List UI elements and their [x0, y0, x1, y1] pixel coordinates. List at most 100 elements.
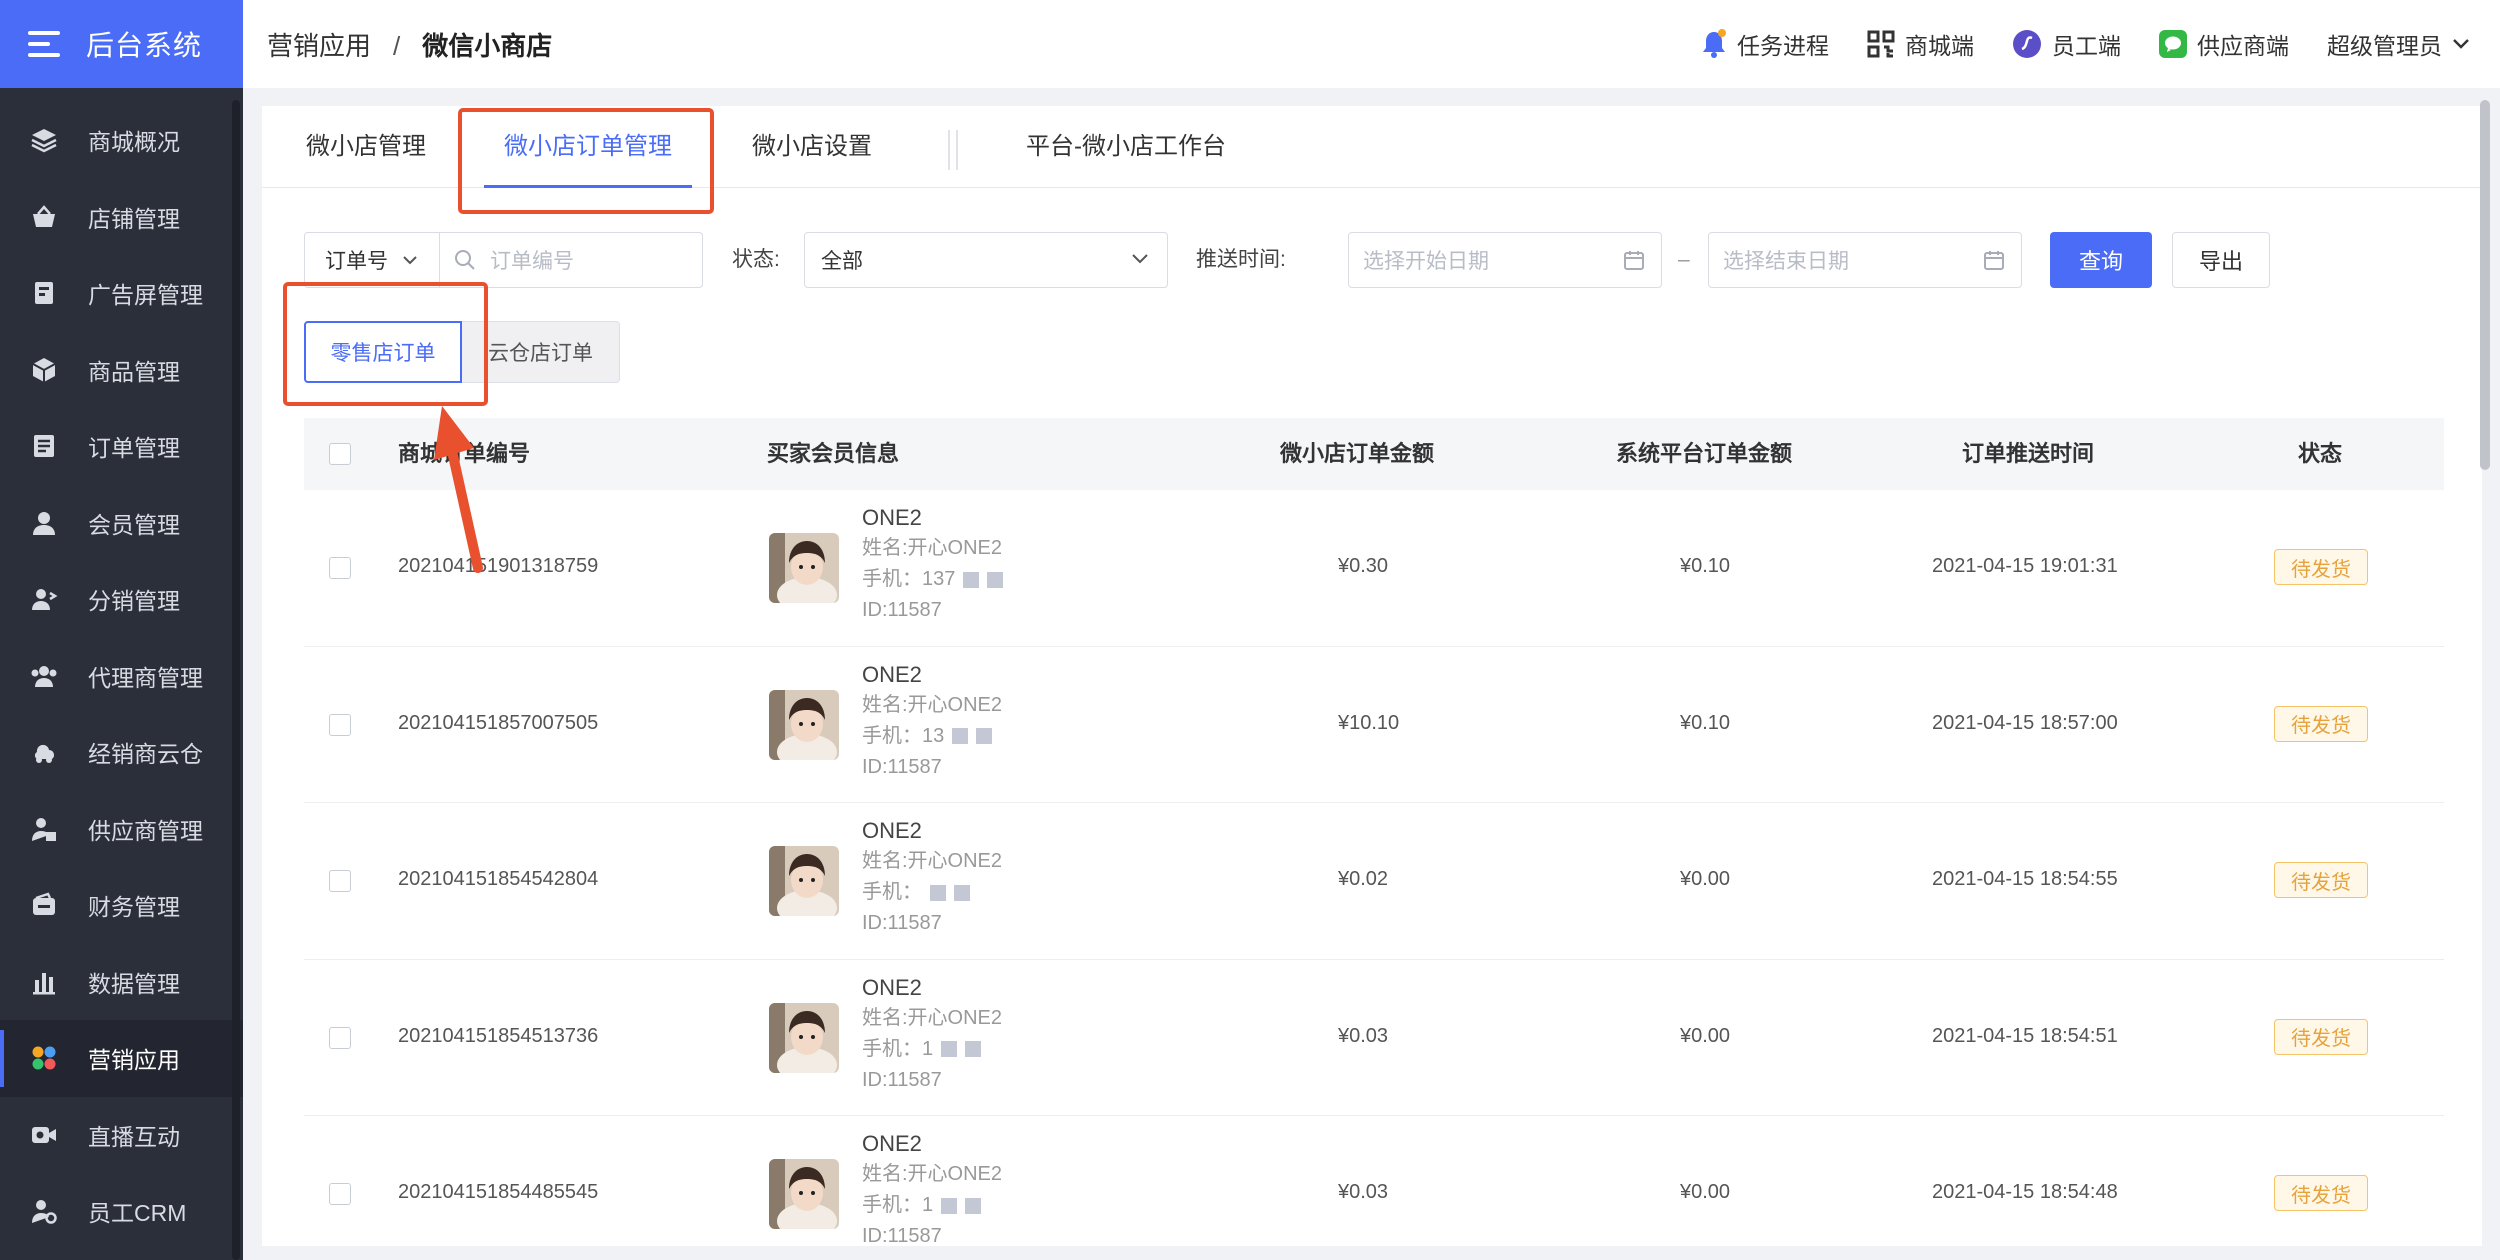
orders-table: 商城订单编号 买家会员信息 微小店订单金额 系统平台订单金额 订单推送时间 状态…: [304, 418, 2444, 1246]
tab-store-manage[interactable]: 微小店管理: [306, 106, 426, 188]
tab-store-settings[interactable]: 微小店设置: [752, 106, 872, 188]
order-no: 202104151857007505: [398, 711, 599, 734]
order-type-select[interactable]: 订单号: [304, 232, 440, 288]
row-checkbox[interactable]: [329, 870, 351, 892]
buyer-avatar: [769, 689, 839, 760]
sidebar-item-box[interactable]: 商品管理: [0, 332, 243, 409]
status-badge: 待发货: [2274, 862, 2368, 898]
task-progress-link[interactable]: 任务进程: [1701, 27, 1829, 61]
order-source-segment: 零售店订单 云仓店订单: [304, 321, 620, 383]
page-scrollbar[interactable]: [2480, 100, 2490, 470]
buyer-phone: 手机：13: [862, 724, 945, 747]
push-time: 2021-04-15 18:54:51: [1932, 1024, 2118, 1047]
sidebar-scrollbar[interactable]: [232, 100, 240, 1260]
filter-bar: 订单号 订单编号 状态: 全部 推送时间: 选择开始日期 – 选择结束日期 查询…: [304, 232, 2482, 288]
sidebar-item-layers[interactable]: 商城概况: [0, 102, 243, 179]
retail-order-tab[interactable]: 零售店订单: [304, 321, 462, 383]
select-all-checkbox[interactable]: [329, 443, 351, 465]
row-checkbox[interactable]: [329, 557, 351, 579]
buyer-info: ONE2 姓名:开心ONE2 手机：137 ID:11587: [862, 502, 1004, 626]
sidebar-item-video[interactable]: 直播互动: [0, 1097, 243, 1174]
supplier-client-label: 供应商端: [2197, 33, 2289, 59]
push-time: 2021-04-15 18:54:48: [1932, 1181, 2118, 1203]
chevron-down-icon: [1131, 253, 1149, 265]
buyer-realname: 姓名:开心ONE2: [862, 537, 1003, 559]
supplier-icon: [28, 813, 60, 845]
order-type-value: 订单号: [325, 250, 388, 273]
sidebar-item-label: 数据管理: [88, 970, 180, 997]
table-row[interactable]: 202104151854513736 ONE2 姓名:开心ONE2 手机：1 ID:11…: [304, 960, 2444, 1116]
mall-client-link[interactable]: 商城端: [1867, 27, 1974, 61]
row-checkbox[interactable]: [329, 1183, 351, 1205]
sidebar-item-screen[interactable]: 广告屏管理: [0, 255, 243, 332]
table-row[interactable]: 202104151854542804 ONE2 姓名:开心ONE2 手机： ID:115…: [304, 803, 2444, 960]
supplier-client-link[interactable]: 供应商端: [2159, 27, 2289, 61]
push-time: 2021-04-15 18:57:00: [1932, 711, 2118, 734]
video-icon: [28, 1119, 60, 1151]
wx-order-amount: ¥10.10: [1338, 711, 1400, 734]
buyer-avatar: [769, 1159, 839, 1229]
query-button[interactable]: 查询: [2050, 232, 2152, 288]
sidebar: 后台系统 商城概况店铺管理广告屏管理商品管理 订单管理 会员管理 分销管理 代理商管理经…: [0, 0, 243, 1260]
sidebar-item-group[interactable]: 代理商管理: [0, 638, 243, 715]
status-select[interactable]: 全部: [804, 232, 1168, 288]
cloud-order-tab[interactable]: 云仓店订单: [462, 321, 620, 383]
sidebar-item-apps[interactable]: 营销应用: [0, 1020, 243, 1097]
calendar-icon: [1983, 249, 2005, 271]
screen-icon: [28, 277, 60, 309]
sidebar-item-bar-chart[interactable]: 数据管理: [0, 944, 243, 1021]
layers-icon: [28, 124, 60, 156]
buyer-phone: 手机：1: [862, 1194, 934, 1216]
wechat-icon: [2159, 30, 2187, 58]
redaction-block: [965, 1041, 982, 1058]
wallet-icon: [28, 889, 60, 921]
row-checkbox[interactable]: [329, 1026, 351, 1049]
order-no-input[interactable]: 订单编号: [439, 232, 703, 288]
col-push-time: 订单推送时间: [1962, 441, 2095, 466]
breadcrumb-item-marketing[interactable]: 营销应用: [267, 31, 371, 61]
bar-chart-icon: [28, 966, 60, 998]
row-checkbox[interactable]: [329, 713, 351, 736]
tab-bar: 微小店管理 微小店订单管理 微小店设置 平台-微小店工作台: [262, 106, 2482, 188]
sidebar-item-cloud-warehouse[interactable]: 经销商云仓: [0, 714, 243, 791]
staff-client-link[interactable]: 员工端: [2012, 27, 2121, 61]
group-icon: [28, 660, 60, 692]
table-row[interactable]: 202104151857007505 ONE2 姓名:开心ONE2 手机：13 ID:1…: [304, 647, 2444, 803]
buyer-avatar: [769, 846, 839, 916]
document-icon: [28, 430, 60, 462]
buyer-id: ID:11587: [862, 1068, 942, 1091]
top-header: 营销应用 / 微信小商店 任务进程 商城端 员工端 供应商端 超级管理员: [243, 0, 2500, 88]
wx-order-amount: ¥0.02: [1338, 868, 1389, 890]
buyer-realname: 姓名:开心ONE2: [862, 1006, 1003, 1029]
export-button[interactable]: 导出: [2172, 232, 2270, 288]
buyer-nickname: ONE2: [862, 1131, 922, 1156]
tab-divider: [956, 130, 958, 170]
end-date-input[interactable]: 选择结束日期: [1708, 232, 2022, 288]
mall-client-label: 商城端: [1905, 33, 1974, 59]
start-date-input[interactable]: 选择开始日期: [1348, 232, 1662, 288]
app-logo[interactable]: 后台系统: [0, 0, 243, 88]
sidebar-item-crm-user[interactable]: 员工CRM: [0, 1173, 243, 1250]
tab-divider: [948, 130, 950, 170]
table-row[interactable]: 202104151901318759 ONE2 姓名:开心ONE2 手机：137 ID:…: [304, 490, 2444, 647]
buyer-info: ONE2 姓名:开心ONE2 手机：13 ID:11587: [862, 659, 1002, 783]
sidebar-item-wallet[interactable]: 财务管理: [0, 867, 243, 944]
buyer-phone-row: 手机：: [862, 877, 1002, 908]
table-row[interactable]: 202104151854485545 ONE2 姓名:开心ONE2 手机：1 ID:11…: [304, 1116, 2444, 1246]
sidebar-item-document[interactable]: 订单管理: [0, 408, 243, 485]
buyer-phone: 手机：137: [862, 568, 956, 590]
apps-icon: [28, 1042, 60, 1074]
sidebar-item-basket[interactable]: 店铺管理: [0, 179, 243, 256]
menu-toggle-icon[interactable]: [28, 31, 60, 57]
push-time: 2021-04-15 19:01:31: [1932, 555, 2118, 577]
sidebar-item-supplier[interactable]: 供应商管理: [0, 791, 243, 868]
sidebar-item-share-user[interactable]: 分销管理: [0, 561, 243, 638]
tab-platform-workbench[interactable]: 平台-微小店工作台: [1026, 106, 1226, 188]
sidebar-item-label: 广告屏管理: [88, 282, 203, 309]
sidebar-item-label: 商城概况: [88, 129, 180, 156]
sidebar-item-label: 经销商云仓: [88, 741, 203, 768]
sidebar-item-user[interactable]: 会员管理: [0, 485, 243, 562]
admin-user-menu[interactable]: 超级管理员: [2327, 27, 2470, 61]
buyer-id: ID:11587: [862, 912, 942, 934]
tab-store-order-manage[interactable]: 微小店订单管理: [484, 106, 692, 188]
